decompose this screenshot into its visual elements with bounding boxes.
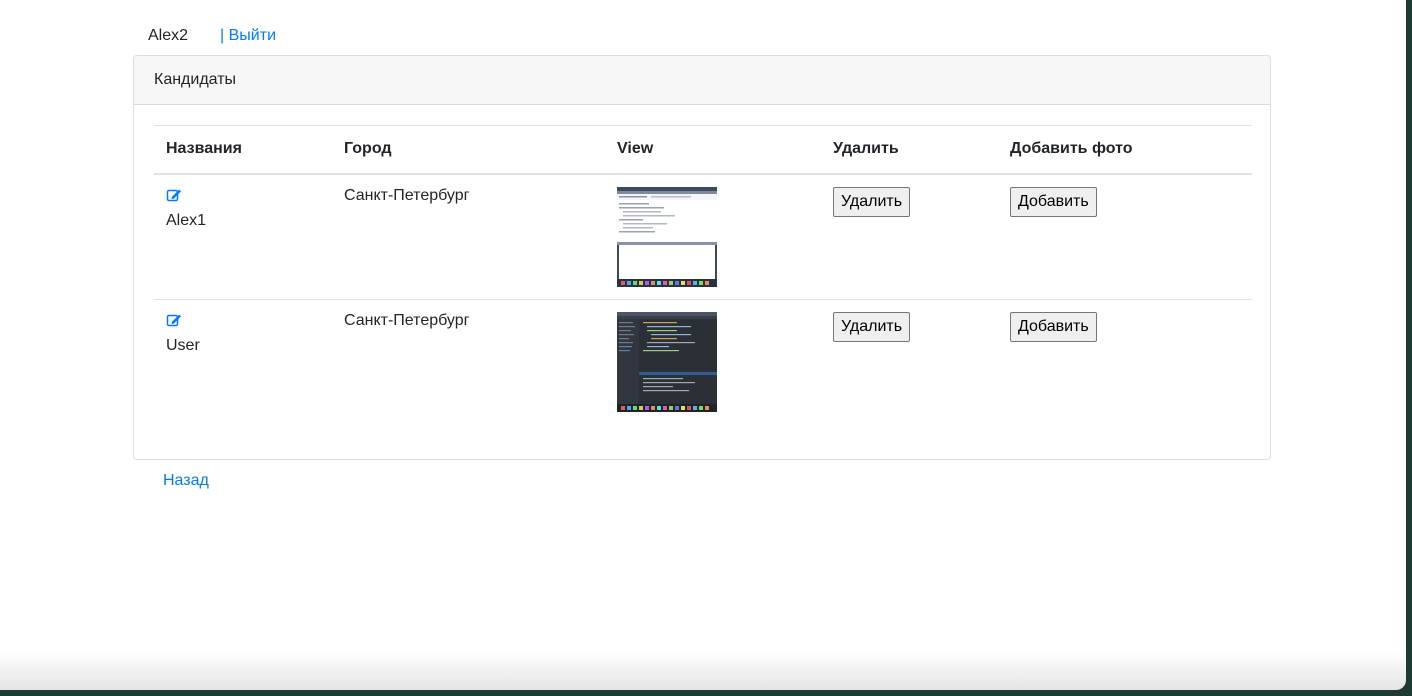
column-header-view: View — [605, 125, 821, 175]
delete-button[interactable]: Удалить — [833, 311, 911, 342]
back-link[interactable]: Назад — [163, 472, 209, 490]
candidates-table-wrap: Названия Город View Удалить Добавить фот… — [154, 125, 1252, 424]
column-header-delete: Удалить — [821, 125, 998, 175]
candidate-city: Санкт-Петербург — [344, 186, 470, 204]
view-cell — [605, 298, 821, 424]
column-header-name: Названия — [154, 125, 332, 175]
add-photo-cell: Добавить — [998, 174, 1252, 300]
edit-icon[interactable] — [166, 187, 182, 203]
logout-link[interactable]: | Выйти — [220, 27, 276, 45]
add-photo-cell: Добавить — [998, 298, 1252, 424]
candidate-photo-thumbnail[interactable] — [617, 186, 717, 287]
card-title: Кандидаты — [154, 71, 237, 88]
name-cell: Alex1 — [154, 174, 332, 300]
current-username: Alex2 — [148, 27, 189, 44]
delete-button[interactable]: Удалить — [833, 186, 911, 217]
card-header: Кандидаты — [134, 56, 1270, 105]
column-header-add-photo: Добавить фото — [998, 125, 1252, 175]
edit-icon[interactable] — [166, 312, 182, 328]
table-row: Alex1 Санкт-Петербург Удалить Добавить — [154, 174, 1252, 300]
delete-cell: Удалить — [821, 174, 998, 300]
view-cell — [605, 174, 821, 300]
name-cell: User — [154, 298, 332, 424]
table-header-row: Названия Город View Удалить Добавить фот… — [154, 125, 1252, 175]
add-photo-button[interactable]: Добавить — [1010, 186, 1097, 217]
window-bottom-shadow — [0, 650, 1406, 690]
candidate-name: User — [166, 336, 200, 354]
column-header-city: Город — [332, 125, 605, 175]
candidate-photo-thumbnail[interactable] — [617, 311, 717, 412]
city-cell: Санкт-Петербург — [332, 174, 605, 300]
city-cell: Санкт-Петербург — [332, 298, 605, 424]
browser-window: Alex2 | Выйти Кандидаты Названия Город V… — [0, 0, 1406, 690]
candidates-table: Названия Город View Удалить Добавить фот… — [154, 125, 1252, 424]
candidates-card: Кандидаты Названия Город View Удалить До… — [133, 55, 1271, 460]
user-bar: Alex2 | Выйти — [148, 24, 276, 48]
add-photo-button[interactable]: Добавить — [1010, 311, 1097, 342]
candidate-name: Alex1 — [166, 211, 207, 229]
delete-cell: Удалить — [821, 298, 998, 424]
table-row: User Санкт-Петербург Удалить Добавить — [154, 298, 1252, 424]
candidate-city: Санкт-Петербург — [344, 311, 470, 329]
